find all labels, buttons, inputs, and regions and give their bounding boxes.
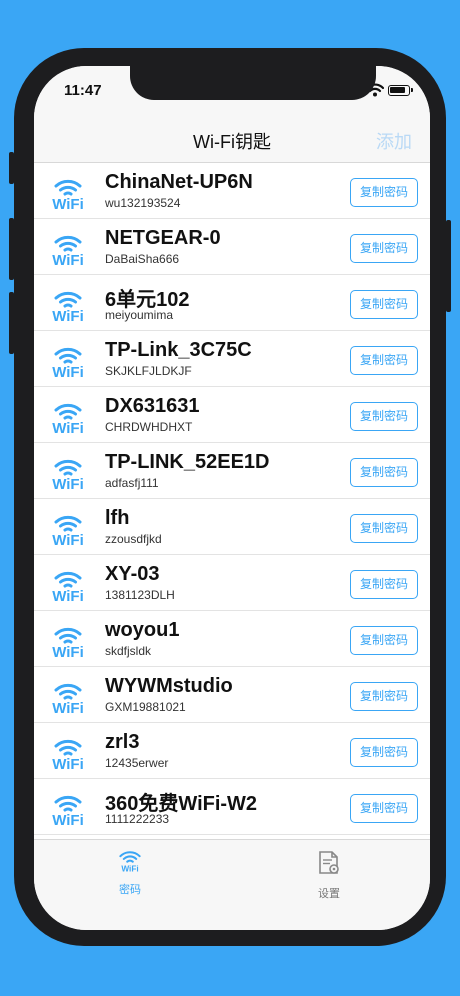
wifi-list-item[interactable]: WiFi 360免费WiFi-W2 1111222233 复制密码 (34, 779, 430, 835)
page-title: Wi-Fi钥匙 (193, 132, 271, 152)
wifi-logo-icon: WiFi (48, 340, 88, 381)
wifi-list-item[interactable]: WiFi woyou1 skdfjsldk 复制密码 (34, 611, 430, 667)
wifi-password: skdfjsldk (105, 644, 152, 658)
copy-password-button[interactable]: 复制密码 (350, 402, 418, 431)
wifi-ssid: DX631631 (105, 395, 200, 417)
notch (130, 66, 376, 100)
wifi-logo-icon: WiFi (48, 732, 88, 773)
wifi-password: 1111222233 (105, 812, 170, 826)
copy-password-button[interactable]: 复制密码 (350, 794, 418, 823)
tab-settings-label: 设置 (318, 888, 340, 900)
copy-password-button[interactable]: 复制密码 (350, 234, 418, 263)
wifi-password: adfasfj111 (105, 476, 159, 490)
copy-password-button[interactable]: 复制密码 (350, 458, 418, 487)
tab-passwords-label: 密码 (119, 884, 141, 896)
svg-text:WiFi: WiFi (52, 644, 84, 660)
tab-passwords[interactable]: WiFi 密码 (100, 850, 160, 897)
wifi-ssid: NETGEAR-0 (105, 227, 221, 249)
wifi-logo-icon: WiFi (119, 851, 141, 873)
wifi-logo-icon: WiFi (48, 620, 88, 661)
wifi-list-item[interactable]: WiFi ChinaNet-UP6N wu132193524 复制密码 (34, 163, 430, 219)
wifi-list-item[interactable]: WiFi NETGEAR-0 DaBaiSha666 复制密码 (34, 219, 430, 275)
wifi-logo-icon: WiFi (48, 564, 88, 605)
wifi-logo-icon: WiFi (48, 396, 88, 437)
copy-password-button[interactable]: 复制密码 (350, 682, 418, 711)
tab-bar: WiFi 密码 设置 (34, 839, 430, 930)
wifi-list-item[interactable]: WiFi TP-LINK_52EE1D adfasfj111 复制密码 (34, 443, 430, 499)
document-settings-icon (319, 851, 339, 874)
wifi-password: 12435erwer (105, 756, 169, 770)
svg-text:WiFi: WiFi (52, 420, 84, 436)
svg-text:WiFi: WiFi (52, 532, 84, 548)
svg-text:WiFi: WiFi (52, 700, 84, 716)
wifi-logo-icon: WiFi (48, 172, 88, 213)
wifi-list: WiFi ChinaNet-UP6N wu132193524 复制密码 WiFi… (34, 163, 430, 839)
svg-text:WiFi: WiFi (52, 812, 84, 828)
wifi-password: wu132193524 (105, 196, 181, 210)
svg-text:WiFi: WiFi (52, 756, 84, 772)
status-time: 11:47 (64, 82, 102, 99)
wifi-ssid: zrl3 (105, 731, 140, 753)
wifi-logo-icon: WiFi (48, 284, 88, 325)
wifi-password: DaBaiSha666 (105, 252, 180, 266)
wifi-ssid: ChinaNet-UP6N (105, 171, 253, 193)
svg-text:WiFi: WiFi (52, 476, 84, 492)
wifi-list-item[interactable]: WiFi WYWMstudio GXM19881021 复制密码 (34, 667, 430, 723)
battery-icon (388, 85, 413, 96)
power-button (446, 220, 451, 312)
wifi-ssid: XY-03 (105, 563, 160, 585)
copy-password-button[interactable]: 复制密码 (350, 626, 418, 655)
svg-text:WiFi: WiFi (52, 252, 84, 268)
svg-text:WiFi: WiFi (52, 588, 84, 604)
svg-text:WiFi: WiFi (52, 308, 84, 324)
wifi-ssid: WYWMstudio (105, 675, 233, 697)
wifi-password: zzousdfjkd (105, 532, 162, 546)
wifi-ssid: woyou1 (105, 619, 180, 641)
wifi-logo-icon: WiFi (48, 452, 88, 493)
wifi-password: SKJKLFJLDKJF (105, 364, 192, 378)
wifi-list-item[interactable]: WiFi DX631631 CHRDWHDHXT 复制密码 (34, 387, 430, 443)
wifi-logo-icon: WiFi (48, 508, 88, 549)
copy-password-button[interactable]: 复制密码 (350, 570, 418, 599)
wifi-password: GXM19881021 (105, 700, 186, 714)
wifi-list-item[interactable]: WiFi XY-03 1381123DLH 复制密码 (34, 555, 430, 611)
wifi-ssid: lfh (105, 507, 130, 529)
add-button[interactable]: 添加 (376, 128, 412, 154)
copy-password-button[interactable]: 复制密码 (350, 346, 418, 375)
wifi-password: CHRDWHDHXT (105, 420, 193, 434)
copy-password-button[interactable]: 复制密码 (350, 514, 418, 543)
wifi-list-item[interactable]: WiFi zrl3 12435erwer 复制密码 (34, 723, 430, 779)
copy-password-button[interactable]: 复制密码 (350, 290, 418, 319)
svg-text:WiFi: WiFi (121, 864, 138, 872)
copy-password-button[interactable]: 复制密码 (350, 178, 418, 207)
svg-text:WiFi: WiFi (52, 196, 84, 212)
wifi-ssid: TP-LINK_52EE1D (105, 451, 270, 473)
phone-screen: 11:47 Wi-Fi钥匙 添加 WiFi ChinaNet-UP6N wu13… (34, 66, 430, 930)
wifi-password: meiyoumima (105, 308, 174, 322)
wifi-ssid: TP-Link_3C75C (105, 339, 252, 361)
wifi-logo-icon: WiFi (48, 788, 88, 829)
wifi-list-item[interactable]: WiFi lfh zzousdfjkd 复制密码 (34, 499, 430, 555)
wifi-logo-icon: WiFi (48, 676, 88, 717)
copy-password-button[interactable]: 复制密码 (350, 738, 418, 767)
svg-text:WiFi: WiFi (52, 364, 84, 380)
navigation-bar: Wi-Fi钥匙 添加 (34, 118, 430, 163)
tab-settings[interactable]: 设置 (299, 850, 359, 901)
wifi-list-item[interactable]: WiFi 6单元102 meiyoumima 复制密码 (34, 275, 430, 331)
wifi-list-item[interactable]: WiFi TP-Link_3C75C SKJKLFJLDKJF 复制密码 (34, 331, 430, 387)
wifi-password: 1381123DLH (105, 588, 175, 602)
wifi-logo-icon: WiFi (48, 228, 88, 269)
